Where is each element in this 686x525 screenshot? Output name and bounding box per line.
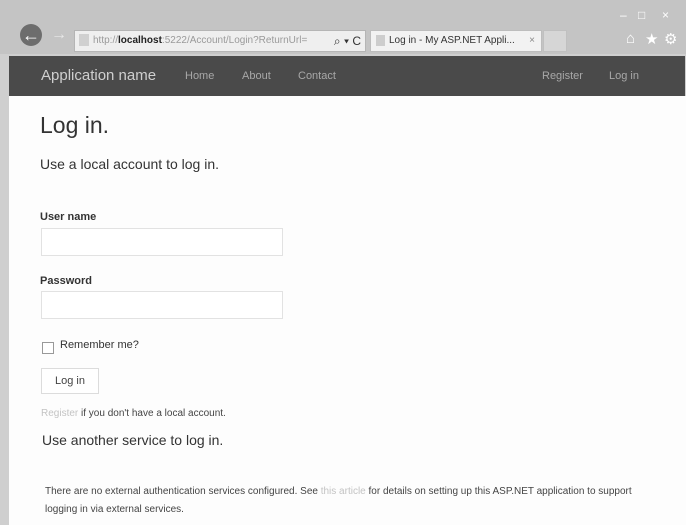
minimize-icon[interactable]: – bbox=[620, 8, 627, 22]
remember-me-label[interactable]: Remember me? bbox=[60, 339, 139, 351]
register-suffix: if you don't have a local account. bbox=[78, 408, 226, 419]
this-article-link[interactable]: this article bbox=[321, 486, 366, 497]
tab-close-icon[interactable]: × bbox=[529, 31, 535, 51]
page-title: Log in. bbox=[40, 112, 110, 138]
nav-login[interactable]: Log in bbox=[609, 56, 639, 96]
register-link[interactable]: Register bbox=[41, 408, 78, 419]
tab-title: Log in - My ASP.NET Appli... bbox=[389, 35, 515, 46]
browser-titlebar: ← → http://localhost:5222/Account/Login?… bbox=[0, 0, 686, 54]
nav-contact[interactable]: Contact bbox=[298, 56, 336, 96]
username-label: User name bbox=[40, 211, 97, 223]
close-window-icon[interactable]: × bbox=[662, 8, 669, 22]
nav-home[interactable]: Home bbox=[185, 56, 214, 96]
address-host: localhost bbox=[118, 35, 162, 46]
favorites-star-icon[interactable]: ★ bbox=[645, 30, 658, 48]
register-line: Register if you don't have a local accou… bbox=[41, 408, 226, 419]
browser-tab[interactable]: Log in - My ASP.NET Appli... × bbox=[370, 30, 542, 52]
username-input[interactable] bbox=[41, 228, 283, 256]
site-navbar: Application name Home About Contact Regi… bbox=[9, 56, 685, 96]
external-login-text: There are no external authentication ser… bbox=[45, 483, 665, 519]
brand-link[interactable]: Application name bbox=[41, 56, 156, 96]
home-icon[interactable]: ⌂ bbox=[626, 30, 635, 47]
new-tab-button[interactable] bbox=[543, 30, 567, 52]
search-refresh-icons[interactable]: ⌕ ▾ C bbox=[334, 31, 361, 51]
nav-register[interactable]: Register bbox=[542, 56, 583, 96]
maximize-icon[interactable]: □ bbox=[638, 8, 645, 22]
nav-about[interactable]: About bbox=[242, 56, 271, 96]
external-text-1: There are no external authentication ser… bbox=[45, 486, 321, 497]
page-subtitle: Use a local account to log in. bbox=[40, 156, 219, 172]
remember-me-checkbox[interactable] bbox=[42, 342, 54, 354]
page-content: Log in. Use a local account to log in. U… bbox=[9, 96, 686, 525]
page-icon bbox=[79, 34, 89, 47]
back-button[interactable]: ← bbox=[20, 24, 42, 46]
password-label: Password bbox=[40, 275, 92, 287]
external-login-title: Use another service to log in. bbox=[42, 432, 224, 448]
browser-window: ← → http://localhost:5222/Account/Login?… bbox=[0, 0, 686, 525]
password-input[interactable] bbox=[41, 291, 283, 319]
address-bar[interactable]: http://localhost:5222/Account/Login?Retu… bbox=[74, 30, 366, 52]
address-prefix: http:// bbox=[93, 35, 119, 46]
address-path: :5222/Account/Login?ReturnUrl= bbox=[161, 35, 308, 46]
favicon-icon bbox=[376, 34, 385, 46]
forward-button[interactable]: → bbox=[48, 24, 70, 46]
login-button[interactable]: Log in bbox=[41, 368, 99, 394]
settings-gear-icon[interactable]: ⚙ bbox=[664, 30, 677, 48]
